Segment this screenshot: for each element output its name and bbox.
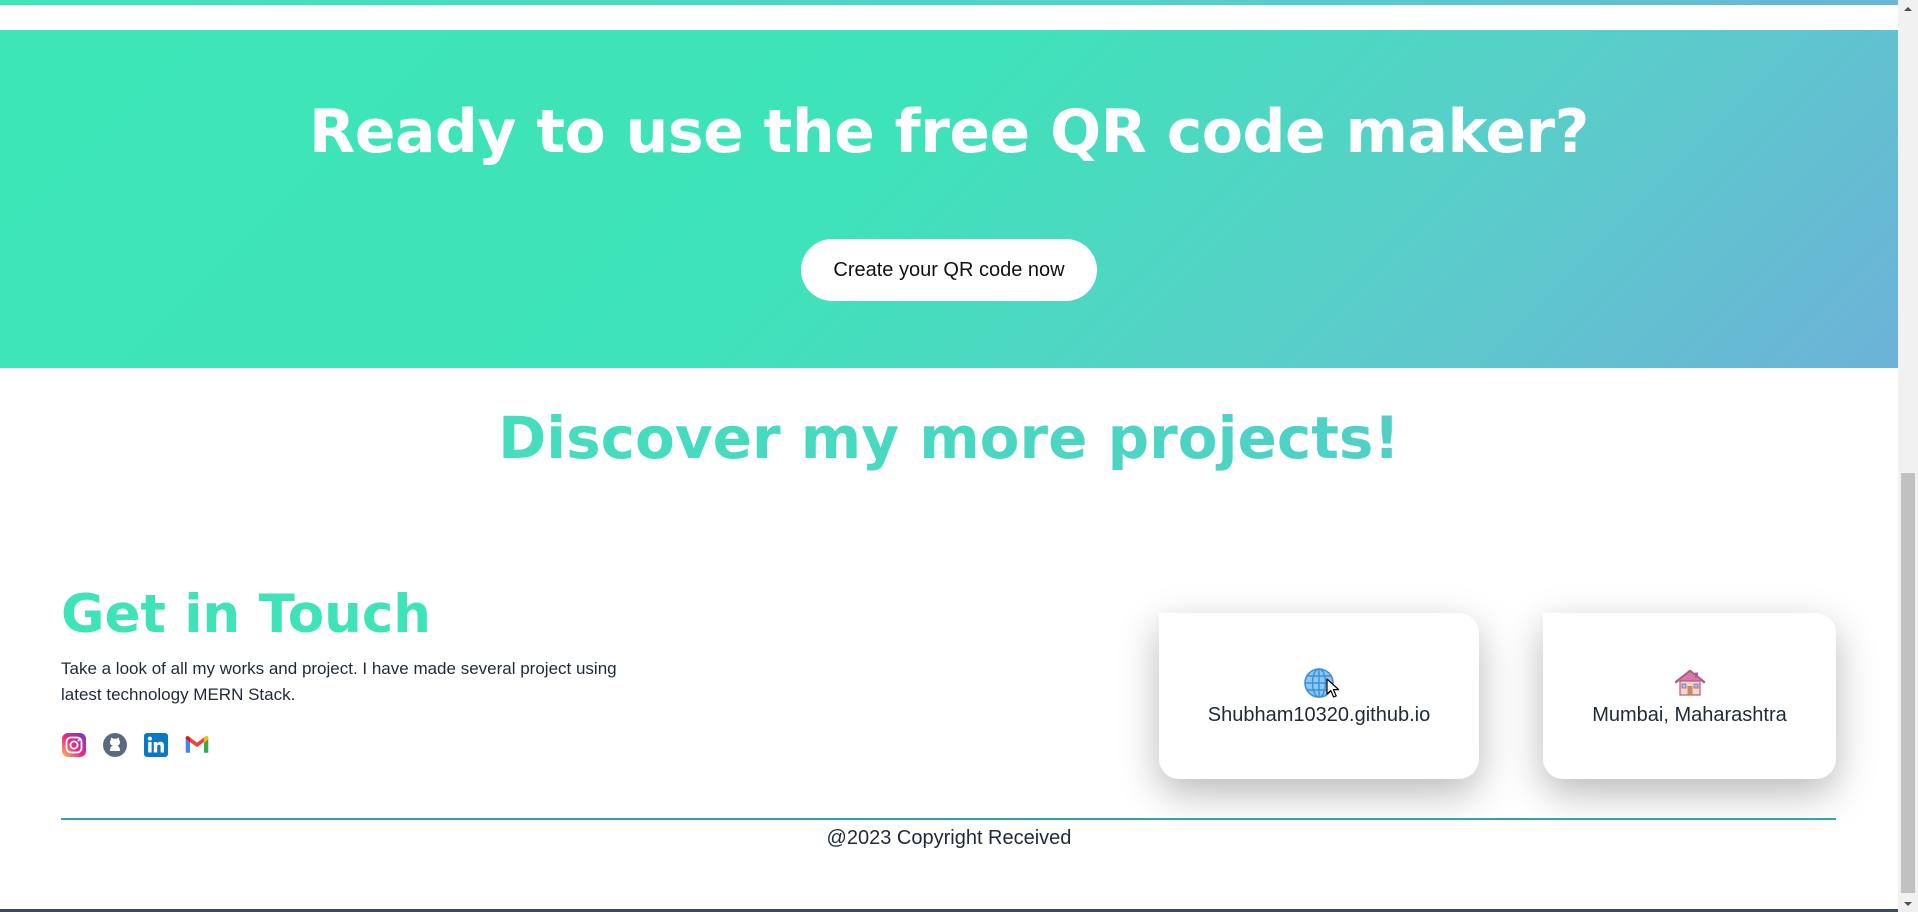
footer-divider: [61, 818, 1836, 820]
github-icon[interactable]: [102, 732, 128, 758]
cta-title: Ready to use the free QR code maker?: [309, 97, 1589, 167]
page: Ready to use the free QR code maker? Cre…: [0, 0, 1918, 912]
house-icon: [1673, 666, 1707, 700]
linkedin-icon[interactable]: [143, 732, 169, 758]
copyright-text: @2023 Copyright Received: [826, 827, 1072, 849]
vertical-scrollbar[interactable]: [1898, 0, 1918, 912]
contact-description: Take a look of all my works and project.…: [61, 658, 617, 704]
scrollbar-thumb[interactable]: [1901, 473, 1915, 893]
contact-section: Get in Touch Take a look of all my works…: [61, 584, 701, 758]
projects-title: Discover my more projects!: [0, 405, 1898, 472]
create-qr-button[interactable]: Create your QR code now: [801, 239, 1097, 301]
mouse-cursor-icon: [1326, 677, 1340, 698]
globe-icon: [1302, 666, 1340, 700]
social-links: [61, 732, 701, 758]
location-text: Mumbai, Maharashtra: [1592, 703, 1787, 726]
location-card[interactable]: Mumbai, Maharashtra: [1543, 613, 1836, 779]
website-text: Shubham10320.github.io: [1207, 703, 1431, 726]
top-gradient-strip: [0, 0, 1898, 5]
website-card[interactable]: Shubham10320.github.io: [1159, 613, 1479, 779]
scroll-up-arrow-icon[interactable]: [1898, 0, 1918, 17]
gmail-icon[interactable]: [184, 732, 210, 758]
contact-title: Get in Touch: [61, 584, 431, 645]
instagram-icon[interactable]: [61, 732, 87, 758]
scroll-down-arrow-icon[interactable]: [1898, 895, 1918, 912]
cta-banner: Ready to use the free QR code maker? Cre…: [0, 30, 1898, 368]
